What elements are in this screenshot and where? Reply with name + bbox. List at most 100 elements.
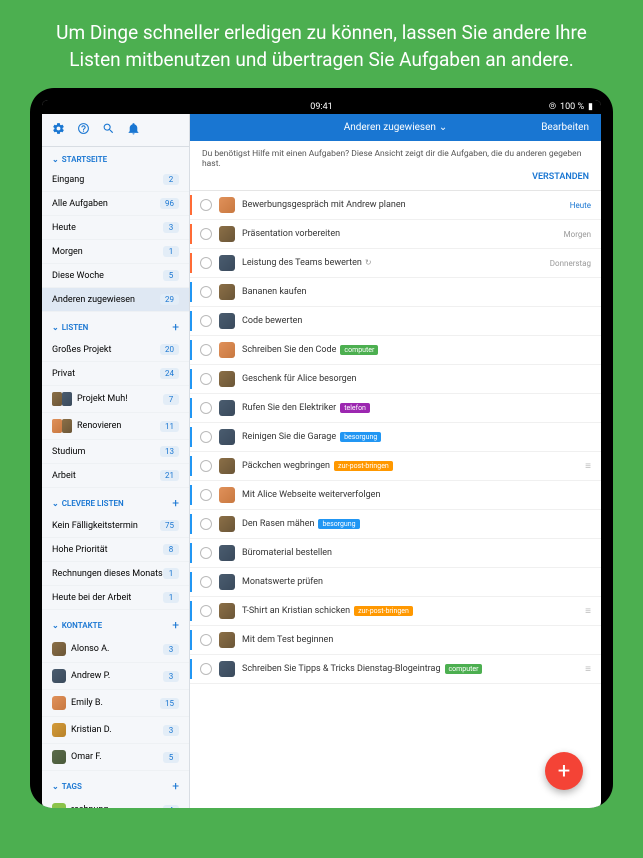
task-row[interactable]: Büromaterial bestellen — [190, 539, 601, 568]
complete-checkbox[interactable] — [200, 663, 212, 675]
sidebar-item[interactable]: Studium13 — [42, 440, 189, 464]
avatar — [52, 642, 66, 656]
complete-checkbox[interactable] — [200, 547, 212, 559]
add-tag-button[interactable]: + — [172, 779, 179, 793]
sidebar-item[interactable]: Eingang2 — [42, 168, 189, 192]
sidebar-item-label: Arbeit — [52, 471, 76, 481]
sidebar-item[interactable]: Heute bei der Arbeit1 — [42, 586, 189, 610]
add-task-fab[interactable]: + — [545, 752, 583, 790]
complete-checkbox[interactable] — [200, 199, 212, 211]
main-title[interactable]: Anderen zugewiesen ⌄ — [344, 122, 448, 133]
task-title: Präsentation vorbereiten — [242, 229, 557, 239]
bell-icon[interactable] — [127, 122, 140, 138]
assignee-avatar — [219, 603, 235, 619]
task-row[interactable]: Reinigen Sie die Garagebesorgung — [190, 423, 601, 452]
complete-checkbox[interactable] — [200, 431, 212, 443]
info-bar: Du benötigst Hilfe mit einen Aufgaben? D… — [190, 141, 601, 191]
complete-checkbox[interactable] — [200, 634, 212, 646]
gear-icon[interactable] — [52, 122, 65, 138]
sidebar-item[interactable]: Alle Aufgaben 96 — [42, 192, 189, 216]
task-row[interactable]: Rufen Sie den Elektrikertelefon — [190, 394, 601, 423]
sidebar-item[interactable]: Privat24 — [42, 362, 189, 386]
chevron-down-icon: ⌄ — [439, 122, 447, 133]
sidebar-item-label: Alonso A. — [71, 644, 109, 654]
sidebar-item[interactable]: Morgen1 — [42, 240, 189, 264]
sidebar-item[interactable]: Diese Woche5 — [42, 264, 189, 288]
sidebar-item[interactable]: Großes Projekt20 — [42, 338, 189, 362]
section-startseite[interactable]: ⌄STARTSEITE — [42, 147, 189, 168]
task-list: Bewerbungsgespräch mit Andrew planen Heu… — [190, 191, 601, 808]
sidebar-item[interactable]: Anderen zugewiesen29 — [42, 288, 189, 312]
complete-checkbox[interactable] — [200, 286, 212, 298]
task-row[interactable]: Geschenk für Alice besorgen — [190, 365, 601, 394]
task-title: Mit Alice Webseite weiterverfolgen — [242, 490, 591, 500]
count-badge: 3 — [163, 222, 179, 233]
task-row[interactable]: Bewerbungsgespräch mit Andrew planen Heu… — [190, 191, 601, 220]
sidebar-item[interactable]: Rechnungen dieses Monats1 — [42, 562, 189, 586]
add-list-button[interactable]: + — [172, 320, 179, 334]
task-row[interactable]: Mit Alice Webseite weiterverfolgen — [190, 481, 601, 510]
sidebar-toolbar — [42, 114, 189, 147]
task-row[interactable]: Präsentation vorbereiten Morgen — [190, 220, 601, 249]
add-smartlist-button[interactable]: + — [172, 496, 179, 510]
task-row[interactable]: Den Rasen mähenbesorgung — [190, 510, 601, 539]
sidebar-item[interactable]: rechnung4 — [42, 797, 189, 808]
task-tag: zur-post-bringen — [354, 606, 413, 616]
section-tags[interactable]: ⌄TAGS + — [42, 771, 189, 797]
task-row[interactable]: Päckchen wegbringenzur-post-bringen ≡ — [190, 452, 601, 481]
count-badge: 1 — [163, 246, 179, 257]
section-listen[interactable]: ⌄LISTEN + — [42, 312, 189, 338]
sidebar-item[interactable]: Andrew P.3 — [42, 663, 189, 690]
complete-checkbox[interactable] — [200, 257, 212, 269]
tag-swatch — [52, 803, 66, 808]
task-row[interactable]: Bananen kaufen — [190, 278, 601, 307]
sidebar-item[interactable]: Renovieren11 — [42, 413, 189, 440]
complete-checkbox[interactable] — [200, 228, 212, 240]
sidebar-item[interactable]: Projekt Muh!7 — [42, 386, 189, 413]
search-icon[interactable] — [102, 122, 115, 138]
task-row[interactable]: Monatswerte prüfen — [190, 568, 601, 597]
add-contact-button[interactable]: + — [172, 618, 179, 632]
complete-checkbox[interactable] — [200, 460, 212, 472]
task-title: Code bewerten — [242, 316, 591, 326]
task-title: Reinigen Sie die Garagebesorgung — [242, 432, 591, 442]
sidebar-item[interactable]: Heute3 — [42, 216, 189, 240]
sidebar-item-label: Alle Aufgaben — [52, 199, 108, 209]
count-badge: 2 — [163, 174, 179, 185]
sidebar-item[interactable]: Arbeit21 — [42, 464, 189, 488]
complete-checkbox[interactable] — [200, 373, 212, 385]
assignee-avatar — [219, 313, 235, 329]
help-icon[interactable] — [77, 122, 90, 138]
task-row[interactable]: T-Shirt an Kristian schickenzur-post-bri… — [190, 597, 601, 626]
complete-checkbox[interactable] — [200, 489, 212, 501]
sidebar-item[interactable]: Emily B.15 — [42, 690, 189, 717]
task-row[interactable]: Code bewerten — [190, 307, 601, 336]
count-badge: 1 — [163, 592, 179, 603]
task-row[interactable]: Mit dem Test beginnen — [190, 626, 601, 655]
sidebar-item[interactable]: Hohe Priorität8 — [42, 538, 189, 562]
sidebar-item[interactable]: Kein Fälligkeitstermin75 — [42, 514, 189, 538]
section-kontakte[interactable]: ⌄KONTAKTE + — [42, 610, 189, 636]
complete-checkbox[interactable] — [200, 402, 212, 414]
info-dismiss-button[interactable]: VERSTANDEN — [202, 172, 589, 182]
avatar — [52, 669, 66, 683]
count-badge: 96 — [160, 198, 179, 209]
complete-checkbox[interactable] — [200, 576, 212, 588]
complete-checkbox[interactable] — [200, 605, 212, 617]
task-row[interactable]: Schreiben Sie den Codecomputer — [190, 336, 601, 365]
complete-checkbox[interactable] — [200, 344, 212, 356]
count-badge: 11 — [160, 421, 179, 432]
sidebar-item[interactable]: Omar F.5 — [42, 744, 189, 771]
task-row[interactable]: Schreiben Sie Tipps & Tricks Dienstag-Bl… — [190, 655, 601, 684]
task-row[interactable]: Leistung des Teams bewerten↻ Donnerstag — [190, 249, 601, 278]
edit-button[interactable]: Bearbeiten — [541, 122, 589, 133]
task-title: Geschenk für Alice besorgen — [242, 374, 591, 384]
count-badge: 8 — [163, 544, 179, 555]
sidebar-item[interactable]: Alonso A. 3 — [42, 636, 189, 663]
complete-checkbox[interactable] — [200, 315, 212, 327]
sidebar-item[interactable]: Kristian D.3 — [42, 717, 189, 744]
complete-checkbox[interactable] — [200, 518, 212, 530]
section-clevere[interactable]: ⌄CLEVERE LISTEN + — [42, 488, 189, 514]
count-badge: 3 — [163, 644, 179, 655]
sidebar-item-label: Kein Fälligkeitstermin — [52, 521, 138, 531]
